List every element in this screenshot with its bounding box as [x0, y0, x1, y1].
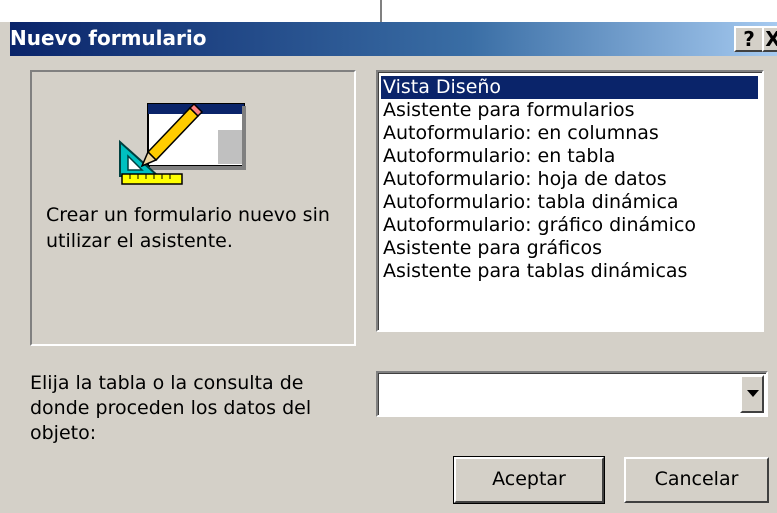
form-design-icon	[108, 90, 258, 195]
cancel-button[interactable]: Cancelar	[624, 457, 769, 503]
chevron-down-icon[interactable]	[740, 375, 764, 413]
source-combobox[interactable]	[376, 371, 768, 417]
dialog-titlebar[interactable]: Nuevo formulario ? X	[10, 22, 777, 56]
help-button[interactable]: ?	[734, 26, 764, 52]
list-item[interactable]: Autoformulario: en columnas	[381, 122, 762, 145]
dialog-title: Nuevo formulario	[10, 26, 207, 50]
list-item[interactable]: Autoformulario: en tabla	[381, 145, 762, 168]
close-button[interactable]: X	[762, 26, 777, 52]
preview-description: Crear un formulario nuevo sin utilizar e…	[46, 204, 330, 252]
list-item[interactable]: Vista Diseño	[381, 76, 758, 99]
background-divider	[380, 0, 382, 22]
list-item[interactable]: Autoformulario: gráfico dinámico	[381, 214, 762, 237]
source-label: Elija la tabla o la consulta de donde pr…	[30, 372, 312, 444]
background-window	[0, 0, 777, 22]
list-item[interactable]: Asistente para tablas dinámicas	[381, 260, 762, 283]
ok-button[interactable]: Aceptar	[453, 456, 605, 504]
list-item[interactable]: Asistente para gráficos	[381, 237, 762, 260]
list-item[interactable]: Autoformulario: hoja de datos	[381, 168, 762, 191]
list-item[interactable]: Autoformulario: tabla dinámica	[381, 191, 762, 214]
form-type-list[interactable]: Vista Diseño Asistente para formularios Au…	[376, 70, 764, 332]
list-item[interactable]: Asistente para formularios	[381, 99, 762, 122]
preview-panel: Crear un formulario nuevo sin utilizar e…	[30, 70, 356, 346]
